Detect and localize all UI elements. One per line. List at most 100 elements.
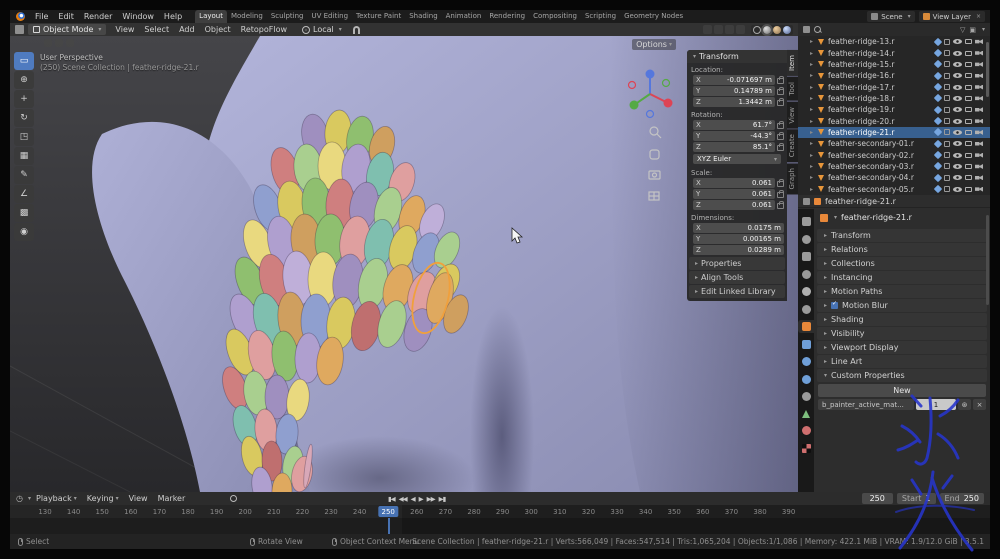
disable-render-icon[interactable] <box>975 119 983 124</box>
object-name[interactable]: feather-ridge-18.r <box>828 94 935 103</box>
field-rotation--z[interactable]: Z85.1° <box>693 142 775 152</box>
disable-viewport-icon[interactable] <box>965 51 972 56</box>
disable-render-icon[interactable] <box>975 141 983 146</box>
ruler-tick[interactable]: 390 <box>782 505 795 518</box>
ruler-tick[interactable]: 210 <box>267 505 280 518</box>
object-name[interactable]: feather-ridge-17.r <box>828 83 935 92</box>
field-dimensions--z[interactable]: Z0.0289 m <box>693 245 784 255</box>
tool-scale[interactable]: ◳ <box>14 128 34 146</box>
ruler-tick[interactable]: 190 <box>210 505 223 518</box>
properties-tab-object-data[interactable] <box>798 408 814 420</box>
disable-render-icon[interactable] <box>975 107 983 112</box>
properties-section-motion-paths[interactable]: ▸Motion Paths <box>817 285 987 298</box>
workspace-tab-shading[interactable]: Shading <box>405 10 441 23</box>
object-name[interactable]: feather-secondary-01.r <box>828 139 935 148</box>
npanel-section-properties[interactable]: ▸Properties <box>689 257 785 270</box>
object-name[interactable]: feather-ridge-15.r <box>828 60 935 69</box>
ruler-tick[interactable]: 370 <box>725 505 738 518</box>
npanel-tab-item[interactable]: Item <box>787 50 798 76</box>
outliner-item[interactable]: ▸feather-ridge-19.r <box>798 104 990 115</box>
timeline-menu-keying[interactable]: Keying▾ <box>82 494 124 503</box>
hide-eye-icon[interactable] <box>953 164 962 169</box>
outliner-item[interactable]: ▸feather-ridge-21.r <box>798 127 990 138</box>
timeline-tracks[interactable] <box>10 518 990 534</box>
gizmo-toggle-icon[interactable] <box>714 25 723 34</box>
properties-scrollbar[interactable] <box>986 215 989 305</box>
field-dimensions--x[interactable]: X0.0175 m <box>693 223 784 233</box>
disable-render-icon[interactable] <box>975 85 983 90</box>
field-scale--x[interactable]: X0.061 <box>693 178 775 188</box>
blender-logo-icon[interactable] <box>16 12 25 21</box>
menu-edit[interactable]: Edit <box>53 10 79 23</box>
disable-viewport-icon[interactable] <box>965 73 972 78</box>
properties-tab-scene[interactable] <box>798 285 814 298</box>
viewport-3d[interactable]: User Perspective (250) Scene Collection … <box>10 36 798 492</box>
menu-render[interactable]: Render <box>79 10 117 23</box>
object-name[interactable]: feather-ridge-21.r <box>828 128 935 137</box>
properties-section-relations[interactable]: ▸Relations <box>817 243 987 256</box>
gizmo-x-axis[interactable] <box>664 99 673 108</box>
properties-tab-tool[interactable] <box>798 215 814 228</box>
motion-blur-checkbox[interactable] <box>831 302 838 309</box>
lock-icon[interactable] <box>777 203 784 209</box>
outliner-item[interactable]: ▸feather-ridge-13.r <box>798 36 990 47</box>
disable-viewport-icon[interactable] <box>965 107 972 112</box>
ruler-tick[interactable]: 310 <box>553 505 566 518</box>
outliner-editor-icon[interactable] <box>803 26 810 33</box>
modifier-icon[interactable] <box>934 37 942 45</box>
properties-tab-object[interactable] <box>798 320 814 333</box>
tool-transform[interactable]: ▦ <box>14 147 34 165</box>
tool-move[interactable]: + <box>14 90 34 108</box>
viewport-menu-retopoflow[interactable]: RetopoFlow <box>236 23 292 36</box>
search-icon[interactable] <box>814 26 822 34</box>
select-extend-icon[interactable] <box>55 39 63 47</box>
jump-to-end-button[interactable]: ▶▮ <box>439 495 446 503</box>
workspace-tab-geometry-nodes[interactable]: Geometry Nodes <box>620 10 687 23</box>
disable-viewport-icon[interactable] <box>965 141 972 146</box>
disable-render-icon[interactable] <box>975 164 983 169</box>
disable-viewport-icon[interactable] <box>965 130 972 135</box>
selectable-checkbox-icon[interactable] <box>944 175 950 181</box>
gizmo-y-axis[interactable] <box>630 101 639 110</box>
menu-window[interactable]: Window <box>117 10 159 23</box>
properties-tab-world[interactable] <box>798 303 814 316</box>
selectable-checkbox-icon[interactable] <box>944 152 950 158</box>
properties-editor-icon[interactable] <box>803 198 810 205</box>
object-name[interactable]: feather-ridge-13.r <box>828 37 935 46</box>
object-name[interactable]: feather-ridge-19.r <box>828 105 935 114</box>
select-mode-icon[interactable] <box>44 39 52 47</box>
timeline-ruler[interactable]: 1301401501601701801902002102202302402502… <box>10 505 990 518</box>
modifier-icon[interactable] <box>934 49 942 57</box>
object-name[interactable]: feather-ridge-14.r <box>828 49 935 58</box>
outliner-item[interactable]: ▸feather-ridge-20.r <box>798 115 990 126</box>
npanel-tab-tool[interactable]: Tool <box>787 77 798 101</box>
viewport-canvas[interactable] <box>10 36 798 492</box>
ruler-tick[interactable]: 270 <box>439 505 452 518</box>
solid-shading-icon[interactable] <box>763 26 771 34</box>
npanel-tab-create[interactable]: Create <box>787 129 798 162</box>
workspace-tab-animation[interactable]: Animation <box>442 10 486 23</box>
properties-tab-material[interactable] <box>798 424 814 437</box>
custom-property-value[interactable]: 1 <box>916 399 956 410</box>
field-scale--z[interactable]: Z0.061 <box>693 200 775 210</box>
properties-tab-constraints[interactable] <box>798 390 814 403</box>
ruler-tick[interactable]: 230 <box>324 505 337 518</box>
disable-render-icon[interactable] <box>975 96 983 101</box>
workspace-tab-rendering[interactable]: Rendering <box>485 10 529 23</box>
auto-keying-toggle-icon[interactable] <box>230 495 237 502</box>
viewport-menu-add[interactable]: Add <box>174 23 200 36</box>
properties-tab-physics[interactable] <box>798 373 814 386</box>
modifier-icon[interactable] <box>934 162 942 170</box>
hide-eye-icon[interactable] <box>953 187 962 192</box>
workspace-tab-layout[interactable]: Layout <box>195 10 227 23</box>
properties-section-motion-blur[interactable]: ▸Motion Blur <box>817 299 987 312</box>
field-rotation--x[interactable]: X61.7° <box>693 120 775 130</box>
ruler-tick[interactable]: 320 <box>582 505 595 518</box>
object-name[interactable]: feather-secondary-05.r <box>828 185 935 194</box>
lock-icon[interactable] <box>777 181 784 187</box>
selectable-checkbox-icon[interactable] <box>944 73 950 79</box>
lock-icon[interactable] <box>777 78 784 84</box>
hide-eye-icon[interactable] <box>953 130 962 135</box>
selectable-checkbox-icon[interactable] <box>944 118 950 124</box>
properties-section-instancing[interactable]: ▸Instancing <box>817 271 987 284</box>
